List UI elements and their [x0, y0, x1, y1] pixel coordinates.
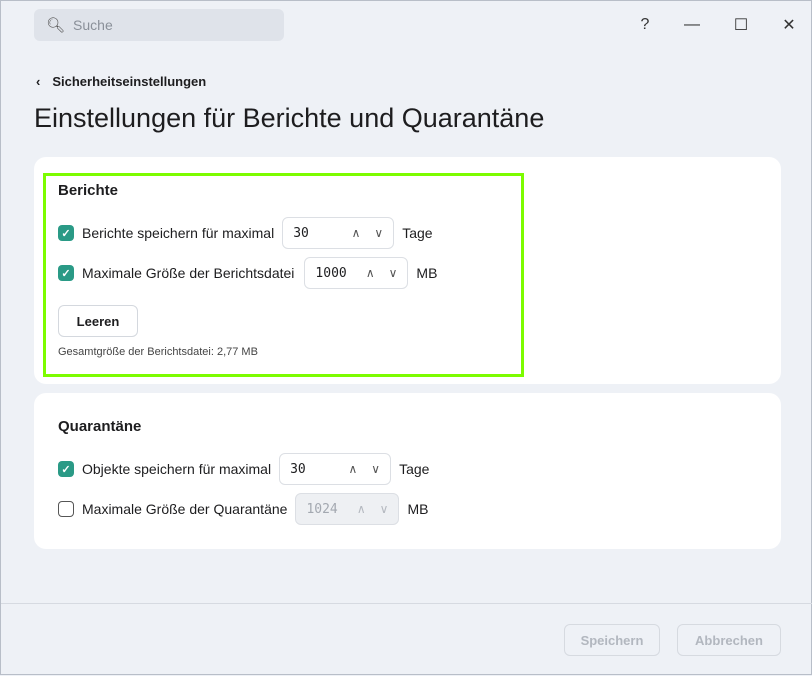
stepper-value: 30 — [293, 225, 309, 241]
back-link[interactable]: ‹ Sicherheitseinstellungen — [36, 74, 206, 89]
chevron-down-icon[interactable]: ∨ — [374, 226, 383, 240]
chevron-up-icon[interactable]: ∧ — [352, 226, 361, 240]
unit-label: MB — [416, 265, 438, 281]
chevron-down-icon[interactable]: ∨ — [371, 462, 380, 476]
page-title: Einstellungen für Berichte und Quarantän… — [34, 103, 545, 133]
back-label: Sicherheitseinstellungen — [52, 74, 207, 89]
reports-keep-label: Berichte speichern für maximal — [82, 225, 275, 241]
quarantine-keep-label: Objekte speichern für maximal — [82, 461, 272, 477]
reports-keep-stepper[interactable]: 30 ∧ ∨ — [282, 217, 395, 249]
reports-size-stepper[interactable]: 1000 ∧ ∨ — [304, 257, 409, 289]
chevron-up-icon: ∧ — [356, 502, 366, 516]
unit-label: Tage — [399, 461, 430, 477]
maximize-button[interactable]: ☐ — [726, 11, 756, 39]
help-button[interactable]: ? — [630, 11, 660, 39]
quarantine-keep-stepper[interactable]: 30 ∧ ∨ — [279, 453, 392, 485]
close-button[interactable]: ✕ — [774, 11, 804, 39]
minimize-button[interactable]: — — [677, 11, 707, 39]
quarantine-keep-checkbox[interactable]: ✓ — [58, 461, 74, 477]
stepper-value: 1024 — [306, 501, 338, 517]
chevron-up-icon[interactable]: ∧ — [366, 266, 375, 280]
quarantine-heading: Quarantäne — [58, 418, 142, 435]
stepper-value: 1000 — [315, 265, 347, 281]
quarantine-size-label: Maximale Größe der Quarantäne — [82, 501, 288, 517]
quarantine-size-checkbox[interactable] — [58, 501, 74, 517]
reports-size-checkbox[interactable]: ✓ — [58, 265, 74, 281]
chevron-down-icon[interactable]: ∨ — [389, 266, 398, 280]
save-button[interactable]: Speichern — [564, 624, 660, 656]
reports-size-label: Maximale Größe der Berichtsdatei — [82, 265, 295, 281]
chevron-up-icon[interactable]: ∧ — [348, 462, 357, 476]
search-placeholder: Suche — [73, 17, 113, 33]
chevron-down-icon: ∨ — [379, 502, 389, 516]
quarantine-size-stepper: 1024 ∧ ∨ — [295, 493, 400, 525]
reports-keep-checkbox[interactable]: ✓ — [58, 225, 74, 241]
cancel-button[interactable]: Abbrechen — [677, 624, 781, 656]
search-icon: 🔍︎ — [46, 17, 66, 34]
search-input[interactable]: 🔍︎ Suche — [34, 9, 284, 41]
reports-heading: Berichte — [58, 182, 119, 199]
chevron-left-icon: ‹ — [36, 74, 41, 89]
unit-label: Tage — [402, 225, 433, 241]
total-size-text: Gesamtgröße der Berichtsdatei: 2,77 MB — [58, 346, 258, 358]
clear-button[interactable]: Leeren — [58, 305, 138, 337]
unit-label: MB — [407, 501, 429, 517]
stepper-value: 30 — [290, 461, 306, 477]
